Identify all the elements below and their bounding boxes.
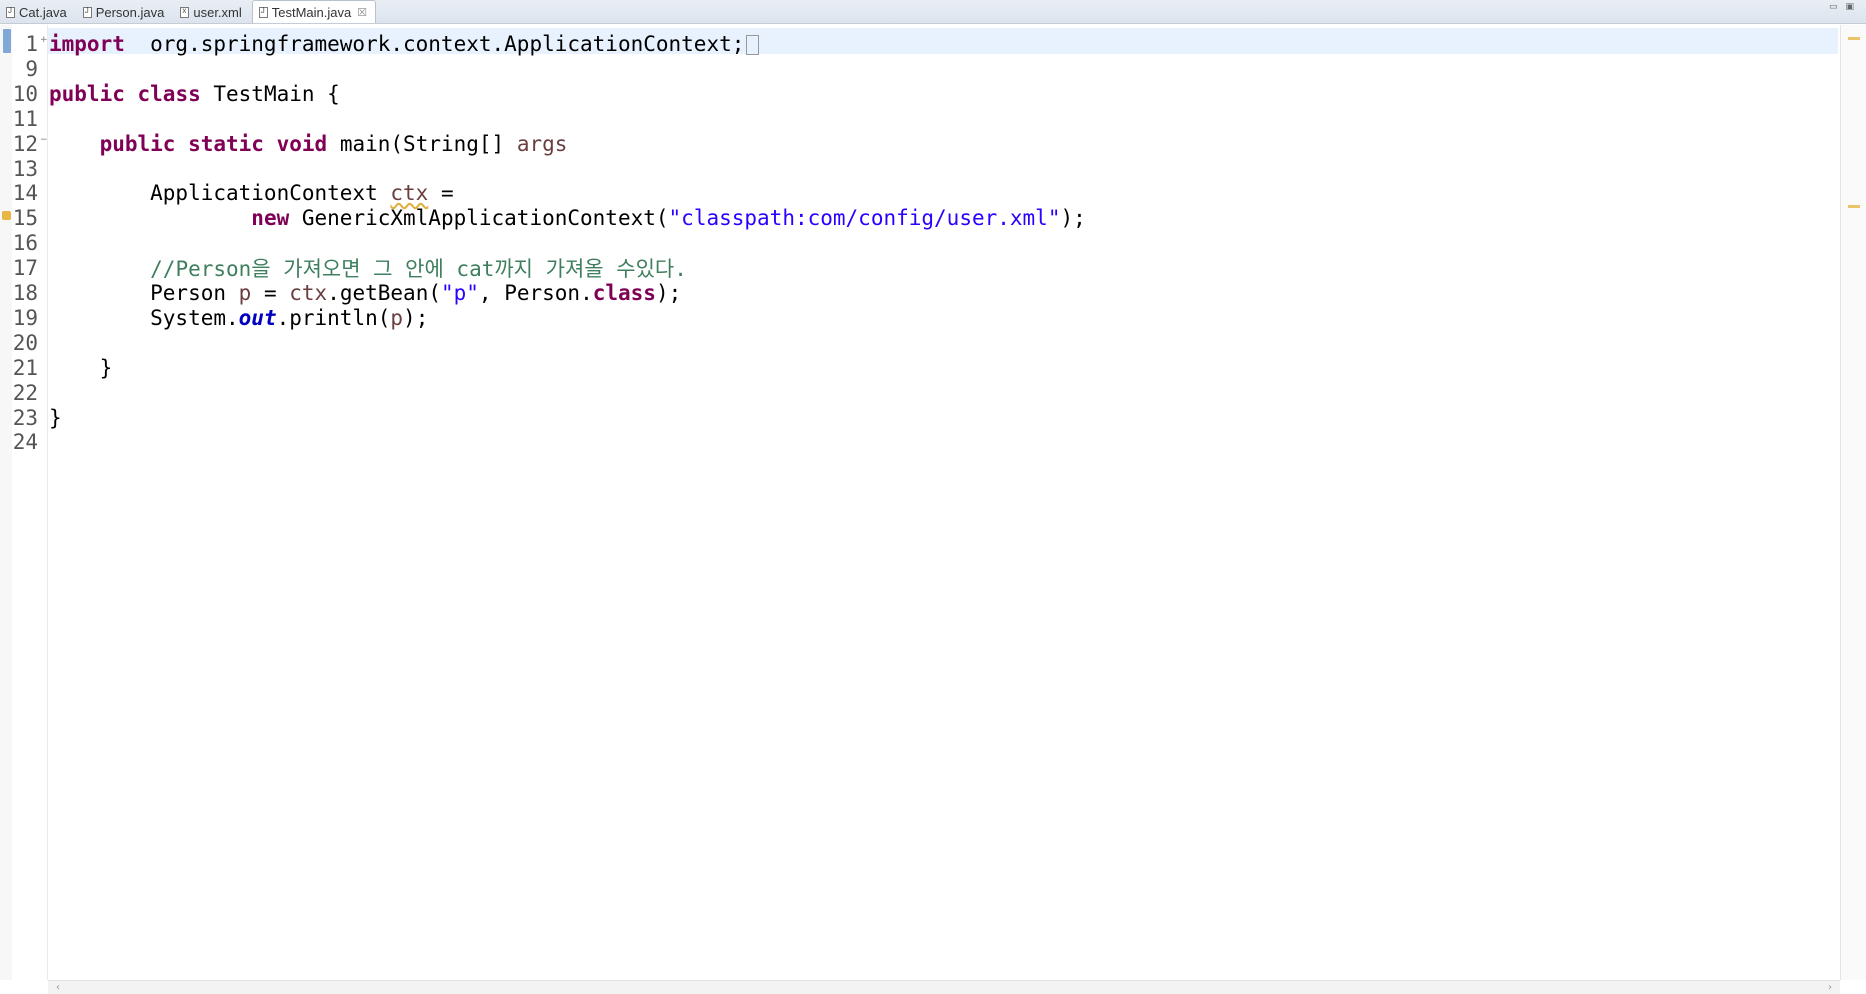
- code-text: }: [48, 406, 62, 430]
- code-token: public: [49, 81, 125, 106]
- line-number: 10: [12, 81, 38, 106]
- tab-label: Cat.java: [19, 4, 67, 20]
- code-text: ApplicationContext ctx =: [48, 181, 454, 206]
- scroll-left-icon[interactable]: ‹: [56, 982, 60, 993]
- code-text: public class TestMain {: [48, 82, 340, 106]
- window-controls: ▭ ▣: [1829, 2, 1854, 12]
- code-token: ctx: [390, 181, 429, 206]
- code-token: static: [188, 131, 264, 156]
- fold-toggle-icon[interactable]: +: [40, 35, 48, 45]
- code-line[interactable]: 24: [0, 427, 1840, 457]
- code-token: new: [251, 206, 290, 231]
- line-number: 22: [12, 380, 38, 405]
- code-token: class: [592, 281, 656, 305]
- code-token: Person: [49, 281, 239, 305]
- line-number: 18: [12, 281, 38, 305]
- code-text: }: [48, 355, 113, 380]
- line-number: 15: [12, 206, 38, 231]
- line-number: 21: [12, 355, 38, 380]
- code-token: TestMain {: [200, 81, 340, 106]
- scroll-right-icon[interactable]: ›: [1828, 982, 1832, 993]
- code-token: =: [428, 181, 454, 206]
- tab-label: TestMain.java: [271, 4, 352, 20]
- line-number: 1: [25, 32, 38, 56]
- code-token: main(String[]: [327, 131, 517, 156]
- code-text: Person p = ctx.getBean("p", Person.class…: [48, 281, 681, 305]
- code-token: =: [251, 281, 290, 305]
- code-text: new GenericXmlApplicationContext("classp…: [48, 206, 1086, 231]
- code-editor[interactable]: 1 + import org.springframework.context.App…: [0, 25, 1866, 980]
- code-token: class: [137, 81, 201, 106]
- tab-label: user.xml: [193, 4, 242, 20]
- line-number: 20: [12, 330, 38, 355]
- code-token: p: [238, 281, 252, 305]
- tab-user-xml[interactable]: user.xml: [174, 1, 249, 23]
- code-token: ctx: [289, 281, 328, 305]
- code-token: );: [1060, 206, 1086, 231]
- tab-cat-java[interactable]: Cat.java: [0, 1, 75, 23]
- line-number: 19: [12, 305, 38, 330]
- line-number: 17: [12, 256, 38, 281]
- editor-tab-bar: Cat.java Person.java user.xml TestMain.java…: [0, 0, 1866, 24]
- line-number: 16: [12, 231, 38, 256]
- code-token: GenericXmlApplicationContext(: [289, 206, 669, 231]
- overview-ruler[interactable]: [1840, 25, 1866, 980]
- fold-toggle-icon[interactable]: −: [40, 135, 48, 145]
- horizontal-scrollbar[interactable]: ‹ ›: [48, 980, 1840, 994]
- minimize-icon[interactable]: ▭: [1829, 2, 1838, 12]
- code-token: "p": [440, 281, 479, 305]
- java-file-icon: [258, 6, 268, 18]
- code-token: out: [238, 305, 277, 330]
- line-number: 13: [12, 156, 38, 181]
- xml-file-icon: [180, 6, 190, 18]
- tab-person-java[interactable]: Person.java: [77, 1, 173, 23]
- code-token: );: [655, 281, 682, 305]
- code-text: System.out.println(p);: [48, 306, 428, 330]
- line-number: 14: [12, 181, 38, 206]
- code-token: public: [99, 131, 176, 156]
- code-token: System.: [49, 305, 239, 330]
- java-file-icon: [6, 6, 15, 18]
- code-token: );: [403, 305, 429, 330]
- overview-warning-mark[interactable]: [1848, 205, 1860, 208]
- line-number: 23: [12, 405, 38, 430]
- line-number: 11: [12, 106, 38, 131]
- code-token: }: [49, 405, 62, 430]
- line-number: 12: [12, 131, 38, 156]
- code-token: .println(: [276, 305, 391, 330]
- folded-code-box[interactable]: [746, 35, 760, 55]
- overview-mark[interactable]: [1848, 37, 1860, 40]
- maximize-icon[interactable]: ▣: [1845, 2, 1854, 12]
- code-token: ApplicationContext: [49, 181, 391, 206]
- tab-label: Person.java: [95, 4, 165, 20]
- tab-testmain-java[interactable]: TestMain.java ☒: [251, 0, 377, 23]
- code-token: .getBean(: [327, 281, 441, 305]
- code-token: "classpath:com/config/user.xml": [668, 206, 1061, 231]
- code-token: org.springframework.context.ApplicationC…: [124, 32, 745, 56]
- line-number: 9: [25, 56, 38, 81]
- line-number: 24: [12, 430, 38, 455]
- code-token: void: [276, 131, 328, 156]
- code-text: public static void main(String[] args: [48, 131, 568, 156]
- code-token: p: [390, 305, 404, 330]
- java-file-icon: [82, 6, 92, 18]
- code-token: , Person.: [478, 281, 593, 305]
- close-tab-icon[interactable]: ☒: [357, 6, 367, 19]
- code-token: args: [516, 131, 568, 156]
- code-token: import: [49, 32, 125, 56]
- code-text: import org.springframework.context.Appli…: [48, 32, 760, 56]
- code-token: }: [49, 355, 113, 380]
